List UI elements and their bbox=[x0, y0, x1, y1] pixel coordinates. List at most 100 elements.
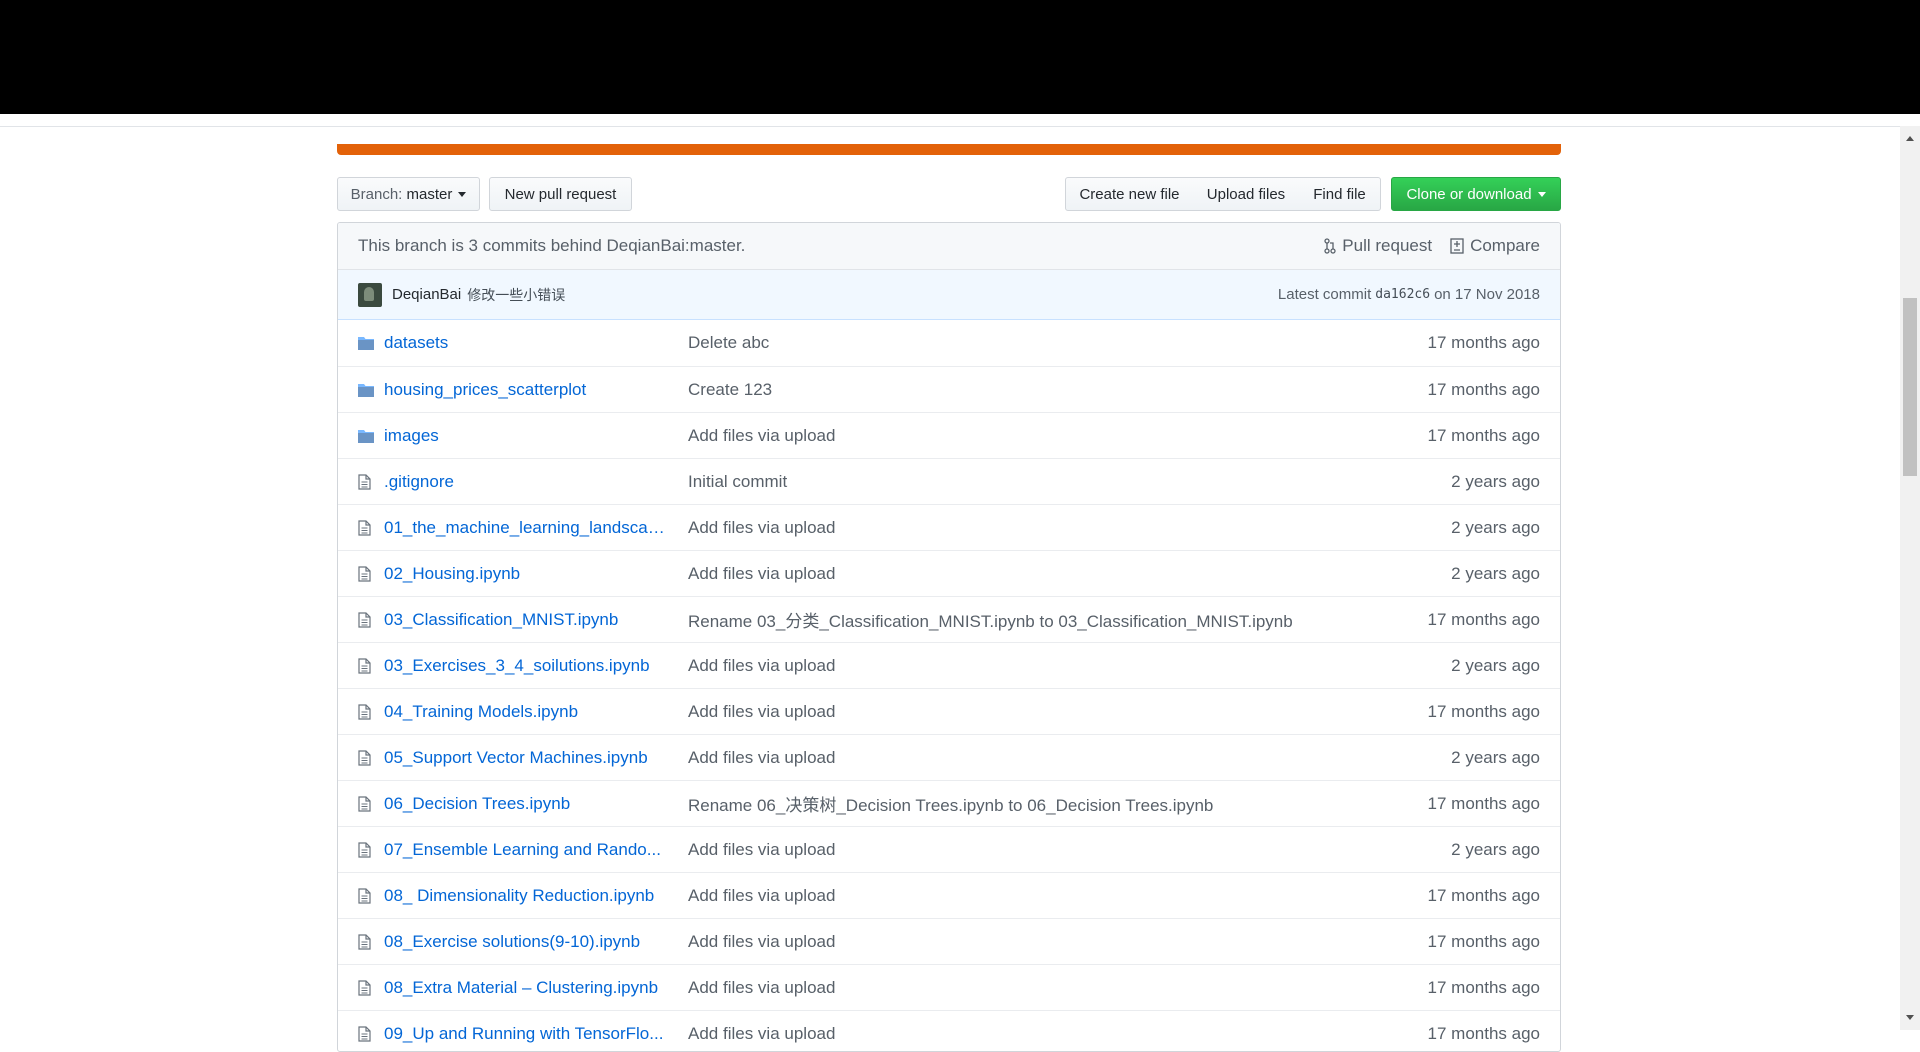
scroll-thumb[interactable] bbox=[1903, 298, 1917, 476]
file-row[interactable]: 03_Exercises_3_4_soilutions.ipynb Add fil… bbox=[338, 642, 1560, 688]
file-name-link[interactable]: 08_ Dimensionality Reduction.ipynb bbox=[384, 886, 670, 906]
commit-message-link[interactable]: Add files via upload bbox=[688, 656, 1380, 676]
commit-age: 17 months ago bbox=[1427, 609, 1540, 629]
file-name-link[interactable]: .gitignore bbox=[384, 472, 670, 492]
commit-message-link[interactable]: Add files via upload bbox=[688, 886, 1380, 906]
commit-message-link[interactable]: Initial commit bbox=[688, 472, 1380, 492]
branch-value: master bbox=[406, 185, 453, 203]
file-name-link[interactable]: housing_prices_scatterplot bbox=[384, 380, 670, 400]
commit-age: 17 months ago bbox=[1427, 425, 1540, 445]
file-row[interactable]: 06_Decision Trees.ipynb Rename 06_决策树_Dec… bbox=[338, 780, 1560, 826]
commit-age: 2 years ago bbox=[1451, 563, 1540, 583]
commit-age: 2 years ago bbox=[1451, 839, 1540, 859]
file-row[interactable]: 04_Training Models.ipynb Add files via up… bbox=[338, 688, 1560, 734]
commit-author[interactable]: DeqianBai bbox=[392, 286, 461, 303]
commit-message-link[interactable]: Add files via upload bbox=[688, 1024, 1380, 1044]
file-name-link[interactable]: 08_Exercise solutions(9-10).ipynb bbox=[384, 932, 670, 952]
file-row[interactable]: 03_Classification_MNIST.ipynb Rename 03_分… bbox=[338, 596, 1560, 642]
file-row[interactable]: housing_prices_scatterplot Create 123 17 m… bbox=[338, 366, 1560, 412]
commit-message-link[interactable]: Add files via upload bbox=[688, 564, 1380, 584]
commit-age: 17 months ago bbox=[1427, 931, 1540, 951]
file-row[interactable]: images Add files via upload 17 months ago bbox=[338, 412, 1560, 458]
scroll-down-arrow[interactable] bbox=[1906, 1015, 1914, 1020]
commit-message-link[interactable]: Add files via upload bbox=[688, 840, 1380, 860]
file-name-link[interactable]: datasets bbox=[384, 333, 670, 353]
file-row[interactable]: 05_Support Vector Machines.ipynb Add file… bbox=[338, 734, 1560, 780]
commit-age: 17 months ago bbox=[1427, 379, 1540, 399]
file-row[interactable]: 09_Up and Running with TensorFlo... Add f… bbox=[338, 1010, 1560, 1051]
top-black-bar bbox=[0, 0, 1920, 114]
pull-request-link[interactable]: Pull request bbox=[1324, 236, 1432, 256]
avatar[interactable] bbox=[358, 282, 382, 307]
commit-age: 17 months ago bbox=[1427, 793, 1540, 813]
file-name-link[interactable]: 04_Training Models.ipynb bbox=[384, 702, 670, 722]
commit-age: 17 months ago bbox=[1427, 701, 1540, 721]
file-icon bbox=[358, 611, 376, 628]
file-name-link[interactable]: 03_Classification_MNIST.ipynb bbox=[384, 610, 670, 630]
folder-icon bbox=[358, 429, 376, 443]
file-list: datasets Delete abc 17 months ago housing_p… bbox=[338, 320, 1560, 1051]
find-file-button[interactable]: Find file bbox=[1299, 177, 1381, 211]
file-row[interactable]: 02_Housing.ipynb Add files via upload 2 ye… bbox=[338, 550, 1560, 596]
commit-age: 2 years ago bbox=[1451, 747, 1540, 767]
chevron-down-icon bbox=[1537, 191, 1546, 197]
file-row[interactable]: 08_Exercise solutions(9-10).ipynb Add fil… bbox=[338, 918, 1560, 964]
page-scrollbar[interactable] bbox=[1900, 126, 1920, 1030]
commit-age: 17 months ago bbox=[1427, 977, 1540, 997]
new-pull-request-button[interactable]: New pull request bbox=[489, 177, 632, 211]
file-icon bbox=[358, 979, 376, 996]
latest-commit-bar: DeqianBai 修改一些小错误 Latest commit da162c6 … bbox=[338, 270, 1560, 320]
file-icon bbox=[358, 841, 376, 858]
branch-status-text: This branch is 3 commits behind DeqianBa… bbox=[358, 236, 746, 255]
commit-age: 17 months ago bbox=[1427, 333, 1540, 352]
branch-select-button[interactable]: Branch: master bbox=[337, 177, 480, 211]
branch-label: Branch: bbox=[350, 185, 403, 203]
commit-age: 2 years ago bbox=[1451, 517, 1540, 537]
file-name-link[interactable]: 09_Up and Running with TensorFlo... bbox=[384, 1024, 670, 1044]
file-icon bbox=[358, 473, 376, 490]
git-pull-request-icon bbox=[1324, 238, 1336, 254]
commit-message[interactable]: 修改一些小错误 bbox=[467, 285, 565, 305]
commit-message-link[interactable]: Add files via upload bbox=[688, 932, 1380, 952]
commit-message-link[interactable]: Rename 06_决策树_Decision Trees.ipynb to 06… bbox=[688, 791, 1380, 816]
scroll-up-arrow[interactable] bbox=[1906, 136, 1914, 141]
file-row[interactable]: datasets Delete abc 17 months ago bbox=[338, 320, 1560, 366]
file-name-link[interactable]: 05_Support Vector Machines.ipynb bbox=[384, 748, 670, 768]
folder-icon bbox=[358, 383, 376, 397]
file-name-link[interactable]: 03_Exercises_3_4_soilutions.ipynb bbox=[384, 656, 670, 676]
file-icon bbox=[358, 749, 376, 766]
clone-label: Clone or download bbox=[1406, 185, 1532, 203]
file-name-link[interactable]: 08_Extra Material – Clustering.ipynb bbox=[384, 978, 670, 998]
commit-message-link[interactable]: Add files via upload bbox=[688, 978, 1380, 998]
commit-message-link[interactable]: Add files via upload bbox=[688, 748, 1380, 768]
clone-or-download-button[interactable]: Clone or download bbox=[1391, 177, 1561, 211]
commit-age: 17 months ago bbox=[1427, 885, 1540, 905]
commit-message-link[interactable]: Add files via upload bbox=[688, 702, 1380, 722]
file-row[interactable]: 08_ Dimensionality Reduction.ipynb Add fi… bbox=[338, 872, 1560, 918]
file-row[interactable]: 08_Extra Material – Clustering.ipynb Add … bbox=[338, 964, 1560, 1010]
commit-message-link[interactable]: Add files via upload bbox=[688, 518, 1380, 538]
repo-nav-remnant bbox=[0, 114, 1900, 127]
compare-link[interactable]: Compare bbox=[1450, 236, 1540, 256]
branch-status-bar: This branch is 3 commits behind DeqianBa… bbox=[338, 223, 1560, 270]
commit-sha[interactable]: da162c6 bbox=[1375, 287, 1430, 302]
file-name-link[interactable]: 02_Housing.ipynb bbox=[384, 564, 670, 584]
commit-message-link[interactable]: Create 123 bbox=[688, 380, 1380, 400]
file-name-link[interactable]: images bbox=[384, 426, 670, 446]
folder-icon bbox=[358, 336, 376, 350]
language-bar bbox=[337, 144, 1561, 155]
commit-date: on 17 Nov 2018 bbox=[1434, 286, 1540, 303]
commit-message-link[interactable]: Add files via upload bbox=[688, 426, 1380, 446]
file-name-link[interactable]: 01_the_machine_learning_landscap... bbox=[384, 518, 670, 538]
file-row[interactable]: 07_Ensemble Learning and Rando... Add fil… bbox=[338, 826, 1560, 872]
file-name-link[interactable]: 06_Decision Trees.ipynb bbox=[384, 794, 670, 814]
create-new-file-button[interactable]: Create new file bbox=[1065, 177, 1194, 211]
commit-message-link[interactable]: Delete abc bbox=[688, 333, 1380, 353]
commit-age: 2 years ago bbox=[1451, 471, 1540, 491]
file-icon bbox=[358, 519, 376, 536]
file-name-link[interactable]: 07_Ensemble Learning and Rando... bbox=[384, 840, 670, 860]
file-row[interactable]: 01_the_machine_learning_landscap... Add f… bbox=[338, 504, 1560, 550]
file-row[interactable]: .gitignore Initial commit 2 years ago bbox=[338, 458, 1560, 504]
upload-files-button[interactable]: Upload files bbox=[1193, 177, 1300, 211]
commit-message-link[interactable]: Rename 03_分类_Classification_MNIST.ipynb … bbox=[688, 607, 1380, 632]
